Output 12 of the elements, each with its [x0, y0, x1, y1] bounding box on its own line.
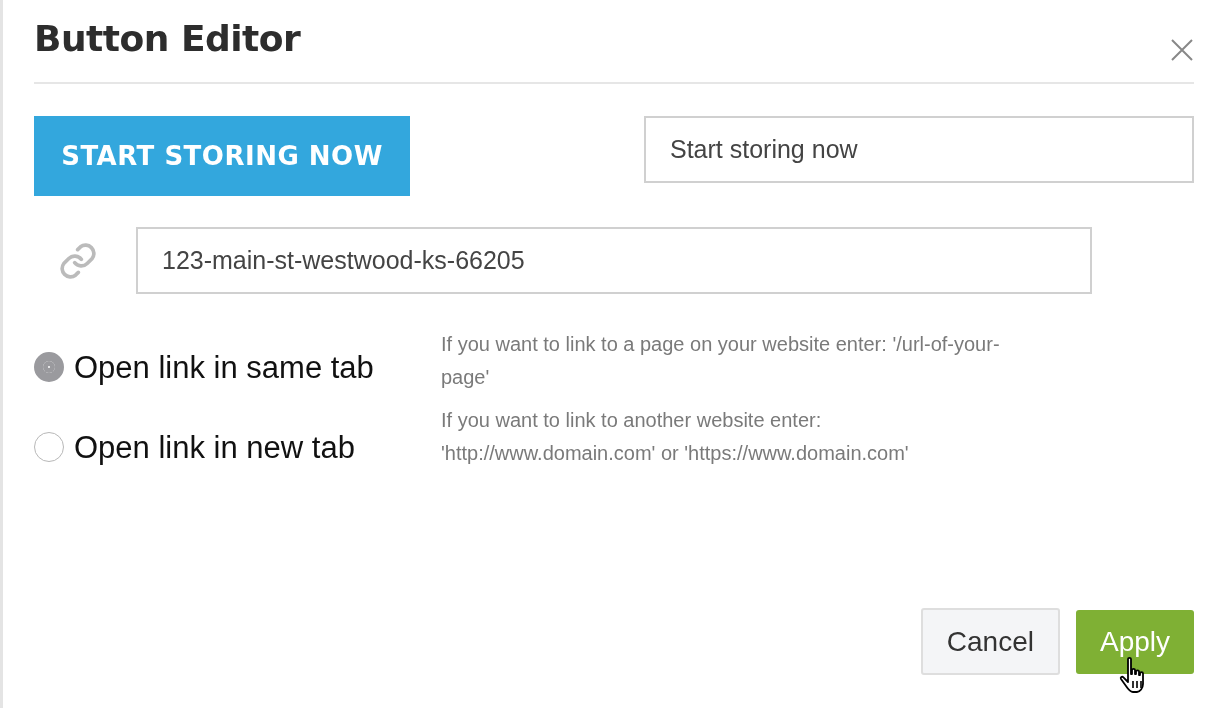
dialog-title: Button Editor: [34, 18, 301, 59]
radio-label: Open link in new tab: [74, 429, 355, 467]
radio-label: Open link in same tab: [74, 349, 374, 387]
radio-button[interactable]: [34, 352, 64, 382]
radio-button[interactable]: [34, 432, 64, 462]
help-text: If you want to link to another website enter: 'http://www.domain.com' or 'https://www.domain.com': [441, 408, 910, 466]
link-field[interactable]: 123-main-st-westwood-ks-66205: [136, 227, 1092, 294]
help-text: If you want to link to a page on your website enter: '/url-of-your-page': [441, 332, 1001, 390]
close-button[interactable]: [1170, 38, 1194, 62]
label-field[interactable]: Start storing now: [644, 116, 1194, 183]
link-icon: [58, 240, 98, 281]
cancel-button[interactable]: Cancel: [920, 608, 1060, 675]
